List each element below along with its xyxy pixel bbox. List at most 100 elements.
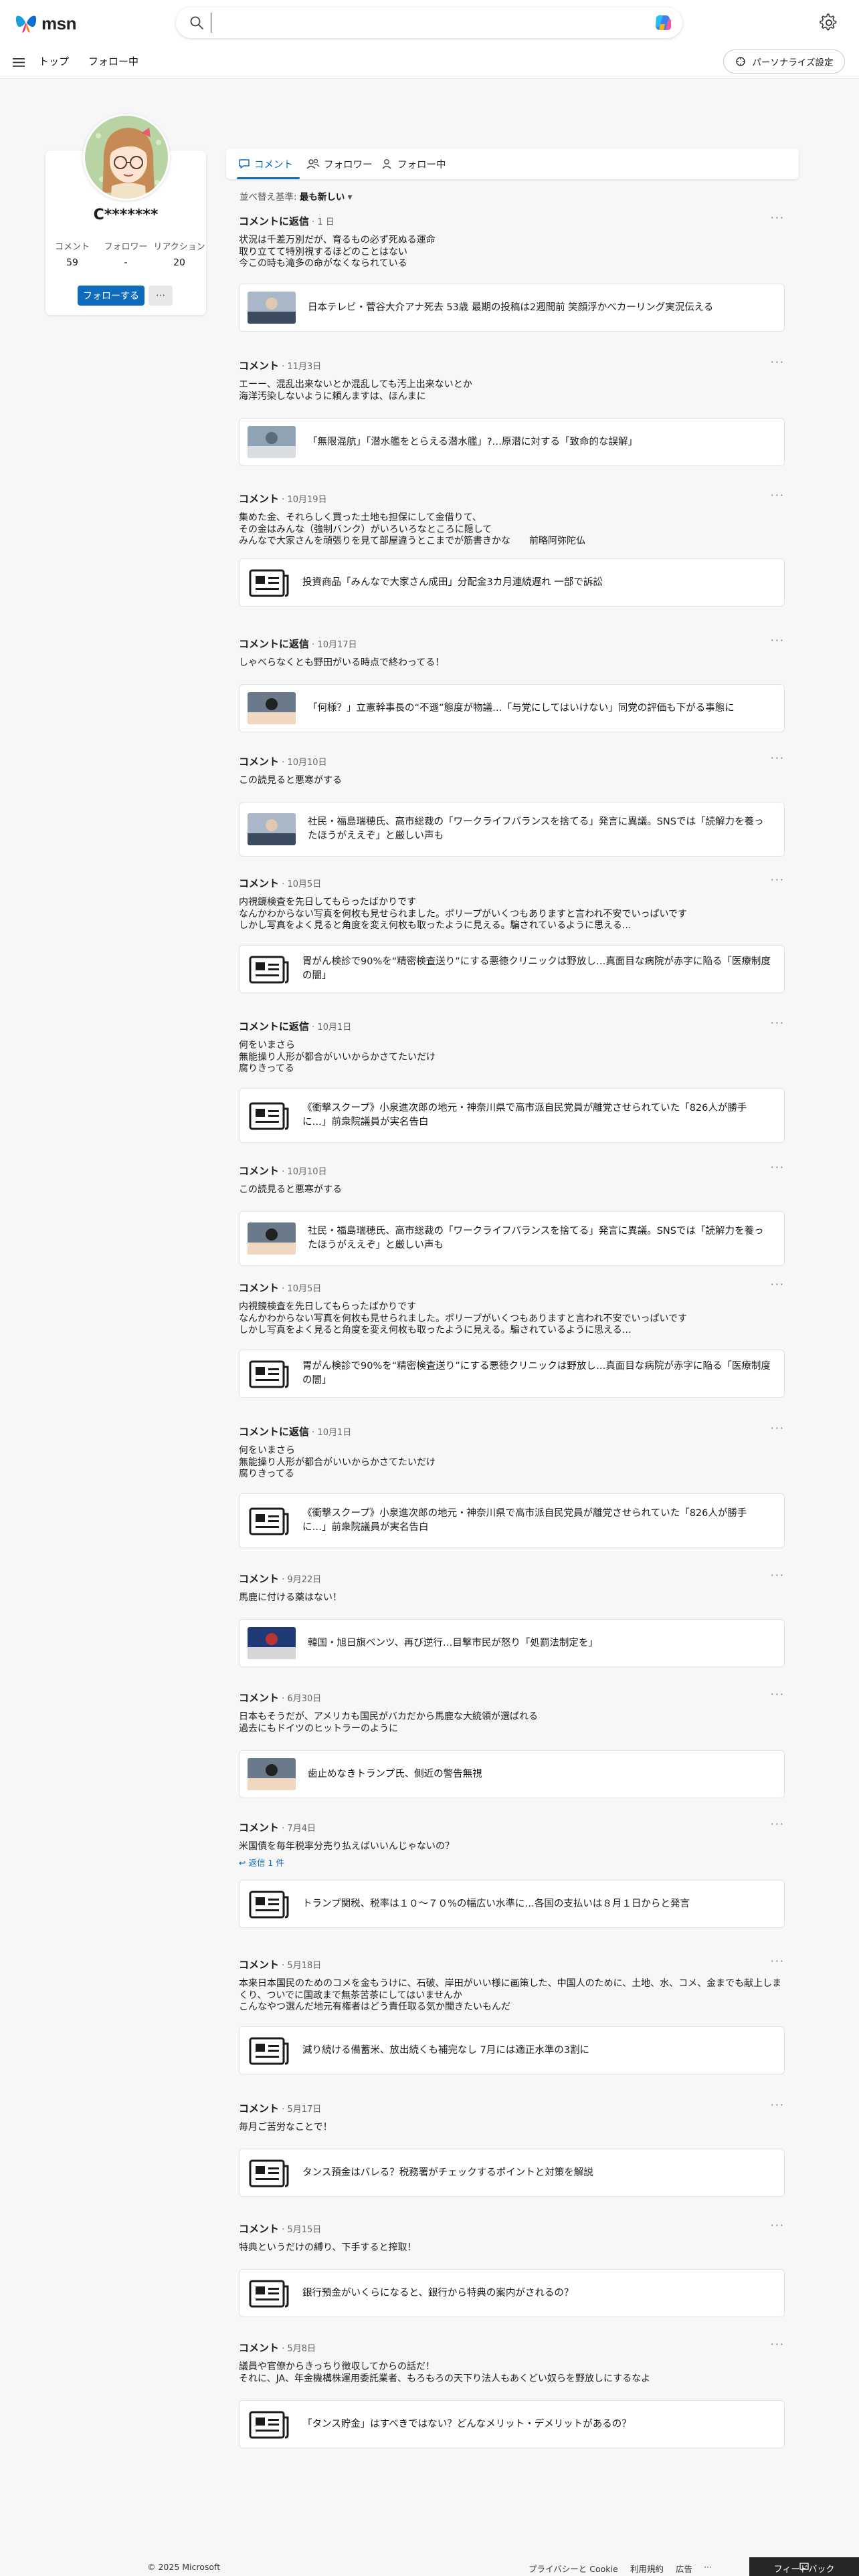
comment-body: 状況は千差万別だが、育るもの必ず死ぬる運命 取り立てて特別視するほどのことはない…	[239, 235, 436, 269]
article-thumbnail-image	[248, 1627, 296, 1659]
article-thumbnail	[249, 2408, 290, 2440]
reply-count-link[interactable]: ↩ 返信 1 件	[239, 1856, 785, 1868]
comment-more-button[interactable]: ···	[771, 1818, 785, 1830]
comment-date: 10月17日	[317, 640, 357, 650]
article-thumbnail	[249, 1505, 290, 1537]
article-title: 銀行預金がいくらになると、銀行から特典の案内がされるの？	[302, 2287, 574, 2298]
hamburger-menu-icon[interactable]	[12, 56, 27, 69]
comment-body: 馬鹿に付ける薬はない！	[239, 1592, 342, 1603]
search-input[interactable]	[211, 13, 612, 33]
linked-article-card[interactable]: 「タンス貯金」はすべきではない？どんなメリット・デメリットがあるの？	[239, 2400, 785, 2448]
nav-following[interactable]: フォロー中	[88, 54, 138, 68]
sort-control[interactable]: 並べ替え基準: 最も新しい ▾	[240, 189, 352, 203]
article-thumbnail	[249, 953, 290, 985]
linked-article-card[interactable]: 減り続ける備蓄米、放出続くも補完なし 7月には適正水準の3割に	[239, 2026, 785, 2074]
search-box[interactable]	[176, 7, 682, 38]
nav-top[interactable]: トップ	[39, 54, 69, 68]
comment-date: 10月5日	[287, 879, 322, 889]
comment-type: コメント	[239, 493, 280, 505]
comment-body: この読見ると悪寒がする	[239, 775, 342, 786]
footer-link-ads[interactable]: 広告	[676, 2562, 692, 2575]
comment-more-button[interactable]: ···	[771, 1016, 785, 1029]
linked-article-card[interactable]: 社民・福島瑞穂氏、高市総裁の「ワークライフバランスを捨てる」発言に異議。SNSで…	[239, 802, 785, 857]
comment-entry: コメント · 10月10日 ··· この読見ると悪寒がする 社民・福島瑞穂氏、高市総裁…	[239, 1161, 785, 1266]
comment-entry: コメント · 5月15日 ··· 特典というだけの縛り、下手すると搾取！ 銀行預金がい…	[239, 2219, 785, 2317]
article-thumbnail	[249, 1099, 290, 1132]
profile-more-button[interactable]: ···	[149, 286, 173, 306]
comment-type: コメント	[239, 2342, 280, 2354]
comment-more-button[interactable]: ···	[771, 1955, 785, 1967]
comment-date: 9月22日	[287, 1575, 322, 1585]
comment-type: コメント	[239, 1692, 280, 1704]
linked-article-card[interactable]: 日本テレビ・菅谷大介アナ死去 53歳 最期の投稿は2週間前 笑顔浮かべカーリング…	[239, 284, 785, 332]
comment-more-button[interactable]: ···	[771, 752, 785, 764]
comment-more-button[interactable]: ···	[771, 356, 785, 368]
linked-article-card[interactable]: 《衝撃スクープ》小泉進次郎の地元・神奈川県で高市派自民党員が離党させられていた「…	[239, 1493, 785, 1548]
comment-more-button[interactable]: ···	[771, 1422, 785, 1434]
comment-entry: コメントに返信 · 10月17日 ··· しゃべらなくとも野田がいる時点で終わってる…	[239, 634, 785, 732]
comment-more-button[interactable]: ···	[771, 1569, 785, 1582]
comment-more-button[interactable]: ···	[771, 1161, 785, 1174]
article-thumbnail	[248, 692, 296, 724]
chevron-down-icon: ▾	[347, 192, 353, 203]
linked-article-card[interactable]: 「何様？」立憲幹事長の“不遜”態度が物議…「与党にしてはいけない」同党の評価も下…	[239, 684, 785, 732]
linked-article-card[interactable]: 胃がん検診で90%を“精密検査送り”にする悪徳クリニックは野放し…真面目な病院が…	[239, 945, 785, 993]
personalize-button[interactable]: パーソナライズ設定	[723, 49, 845, 74]
news-placeholder-icon	[249, 1102, 289, 1130]
footer-link-privacy[interactable]: プライバシーと Cookie	[529, 2562, 618, 2575]
logo-text: msn	[41, 13, 76, 33]
footer-more[interactable]: ···	[704, 2562, 712, 2572]
nav-bar: トップ フォロー中 パーソナライズ設定	[0, 45, 859, 79]
comment-type: コメント	[239, 1573, 280, 1585]
news-placeholder-icon	[249, 1360, 289, 1388]
comment-entry: コメント · 10月19日 ··· 集めた金、それらしく買った土地も担保にして金借り…	[239, 489, 785, 607]
feedback-button[interactable]: フィードバック	[749, 2557, 859, 2576]
comment-body: 何をいまさら 無能操り人形が都合がいいからかさてたいだけ 腐りきってる	[239, 1445, 436, 1479]
comment-more-button[interactable]: ···	[771, 211, 785, 224]
comment-entry: コメント · 10月10日 ··· この読見ると悪寒がする 社民・福島瑞穂氏、高市総裁…	[239, 752, 785, 857]
comment-more-button[interactable]: ···	[771, 2219, 785, 2232]
comment-more-button[interactable]: ···	[771, 634, 785, 647]
profile-stats: コメント 59 フォロワー - リアクション 20	[45, 239, 206, 268]
comment-more-button[interactable]: ···	[771, 1278, 785, 1291]
article-title: 歯止めなきトランプ氏、側近の警告無視	[308, 1768, 482, 1780]
news-placeholder-icon	[249, 956, 289, 984]
linked-article-card[interactable]: 「無限混航」「潜水艦をとらえる潜水艦」?…原潜に対する「致命的な誤解」	[239, 418, 785, 466]
follow-button[interactable]: フォローする	[78, 286, 145, 306]
comment-more-button[interactable]: ···	[771, 873, 785, 886]
comment-body: 内視鏡検査を先日してもらったばかりです なんかわからない写真を何枚も見せられまし…	[239, 1301, 688, 1335]
comment-header: コメント · 5月18日	[239, 1959, 322, 1971]
linked-article-card[interactable]: トランプ関税、税率は１０〜７０%の幅広い水準に…各国の支払いは８月１日からと発言	[239, 1880, 785, 1928]
comment-entry: コメント · 6月30日 ··· 日本もそうだが、アメリカも国民がバカだから馬鹿な大…	[239, 1688, 785, 1798]
linked-article-card[interactable]: 胃がん検診で90%を“精密検査送り”にする悪徳クリニックは野放し…真面目な病院が…	[239, 1350, 785, 1398]
linked-article-card[interactable]: 社民・福島瑞穂氏、高市総裁の「ワークライフバランスを捨てる」発言に異議。SNSで…	[239, 1211, 785, 1266]
comment-entry: コメント · 11月3日 ··· エーー、混乱出来ないとか混乱しても汚上出来ないとか…	[239, 356, 785, 466]
msn-logo[interactable]: msn	[15, 12, 76, 35]
comment-date: 10月5日	[287, 1284, 322, 1294]
comment-date: 11月3日	[287, 362, 322, 372]
comment-header: コメントに返信 · 10月1日	[239, 1426, 352, 1438]
tab-following[interactable]: フォロー中	[381, 148, 446, 179]
tab-followers[interactable]: フォロワー	[306, 148, 373, 179]
linked-article-card[interactable]: 銀行預金がいくらになると、銀行から特典の案内がされるの？	[239, 2269, 785, 2317]
article-title: 韓国・旭日旗ベンツ、再び逆行…目撃市民が怒り「処罰法制定を」	[308, 1637, 598, 1648]
linked-article-card[interactable]: 《衝撃スクープ》小泉進次郎の地元・神奈川県で高市派自民党員が離党させられていた「…	[239, 1088, 785, 1143]
linked-article-card[interactable]: 投資商品「みんなで大家さん成田」分配金3カ月連続遅れ 一部で訴訟	[239, 558, 785, 607]
linked-article-card[interactable]: 歯止めなきトランプ氏、側近の警告無視	[239, 1750, 785, 1798]
comment-more-button[interactable]: ···	[771, 489, 785, 502]
comment-more-button[interactable]: ···	[771, 2099, 785, 2111]
comment-entry: コメントに返信 · 10月1日 ··· 何をいまさら 無能操り人形が都合がいいからか…	[239, 1016, 785, 1143]
footer-link-terms[interactable]: 利用規約	[630, 2562, 664, 2575]
article-thumbnail	[249, 2277, 290, 2309]
article-title: 社民・福島瑞穂氏、高市総裁の「ワークライフバランスを捨てる」発言に異議。SNSで…	[308, 1226, 764, 1251]
copilot-icon[interactable]	[653, 13, 673, 32]
news-placeholder-icon	[249, 1891, 289, 1919]
gear-icon[interactable]	[820, 13, 838, 32]
comment-more-button[interactable]: ···	[771, 2338, 785, 2351]
linked-article-card[interactable]: タンス預金はバレる？税務署がチェックするポイントと対策を解説	[239, 2149, 785, 2197]
article-thumbnail-image	[248, 1758, 296, 1790]
tab-comments[interactable]: コメント	[238, 148, 293, 179]
comment-more-button[interactable]: ···	[771, 1688, 785, 1701]
linked-article-card[interactable]: 韓国・旭日旗ベンツ、再び逆行…目撃市民が怒り「処罰法制定を」	[239, 1619, 785, 1667]
comment-date: 5月8日	[287, 2344, 316, 2354]
